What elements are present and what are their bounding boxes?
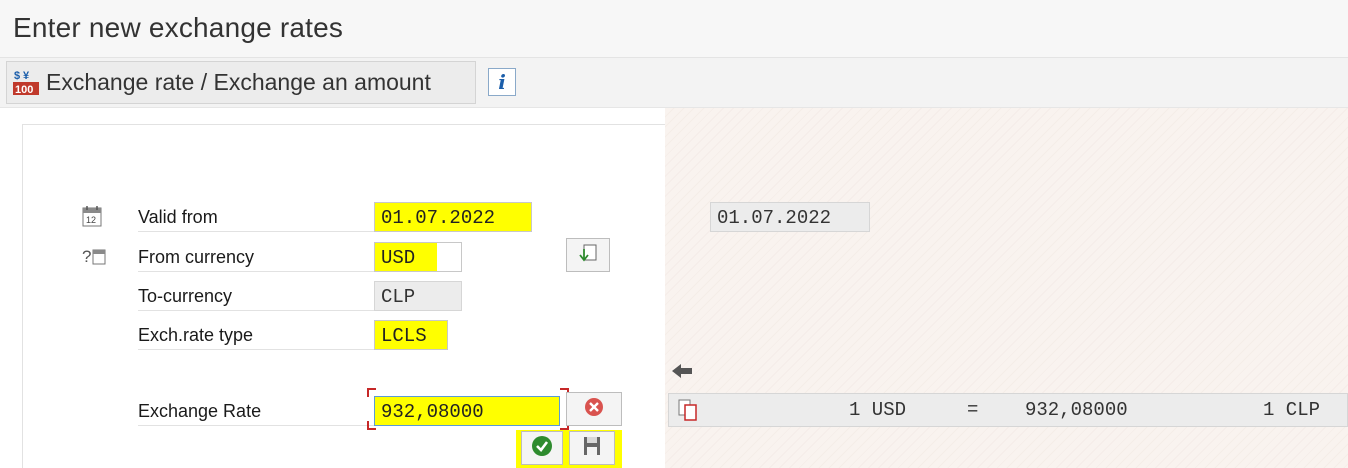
page-title: Enter new exchange rates (13, 12, 344, 43)
back-arrow-icon[interactable] (672, 362, 694, 385)
save-button[interactable] (569, 431, 615, 465)
svg-text:12: 12 (86, 215, 96, 225)
to-currency-label: To-currency (138, 281, 374, 311)
help-icon[interactable]: ? (82, 245, 108, 272)
delete-icon (584, 397, 604, 422)
exchange-rate-button-label: Exchange rate / Exchange an amount (46, 69, 431, 95)
result-equals: = (967, 399, 979, 421)
result-from-amount: 1 USD (849, 399, 907, 421)
svg-text:$: $ (14, 70, 20, 82)
info-button[interactable]: i (488, 68, 516, 96)
info-icon: i (498, 70, 506, 94)
focus-corner-top-left (367, 388, 376, 397)
result-to-amount: 1 CLP (1263, 399, 1321, 421)
clear-rate-button[interactable] (566, 392, 622, 426)
application-toolbar: $ ¥ 100 Exchange rate / Exchange an amou… (0, 58, 1348, 108)
confirm-button[interactable] (521, 431, 563, 465)
swap-currency-button[interactable] (566, 238, 610, 272)
focus-corner-bottom-left (367, 421, 376, 430)
valid-from-display: 01.07.2022 (710, 202, 870, 232)
svg-text:¥: ¥ (23, 70, 30, 82)
exchange-rate-button[interactable]: $ ¥ 100 Exchange rate / Exchange an amou… (6, 61, 476, 104)
save-icon (583, 436, 601, 461)
checkmark-icon (531, 435, 553, 462)
result-rate: 932,08000 (1025, 399, 1128, 421)
exchange-rate-input[interactable]: 932,08000 (374, 396, 560, 426)
copy-icon[interactable] (677, 398, 699, 428)
exchange-rate-label: Exchange Rate (138, 396, 374, 426)
rate-type-input[interactable]: LCLS (374, 320, 448, 350)
calendar-icon[interactable]: 12 (82, 205, 102, 232)
conversion-result-bar: 1 USD = 932,08000 1 CLP (668, 393, 1348, 427)
valid-from-input[interactable]: 01.07.2022 (374, 202, 532, 232)
from-currency-input[interactable]: USD (374, 242, 462, 272)
valid-from-label: Valid from (138, 202, 374, 232)
exchange-rate-icon: $ ¥ 100 (12, 69, 40, 97)
swap-icon (577, 242, 599, 269)
to-currency-field: CLP (374, 281, 462, 311)
title-bar: Enter new exchange rates (0, 0, 1348, 58)
svg-text:?: ? (82, 247, 91, 266)
svg-text:100: 100 (15, 84, 33, 96)
rate-type-label: Exch.rate type (138, 320, 374, 350)
from-currency-label: From currency (138, 242, 374, 272)
